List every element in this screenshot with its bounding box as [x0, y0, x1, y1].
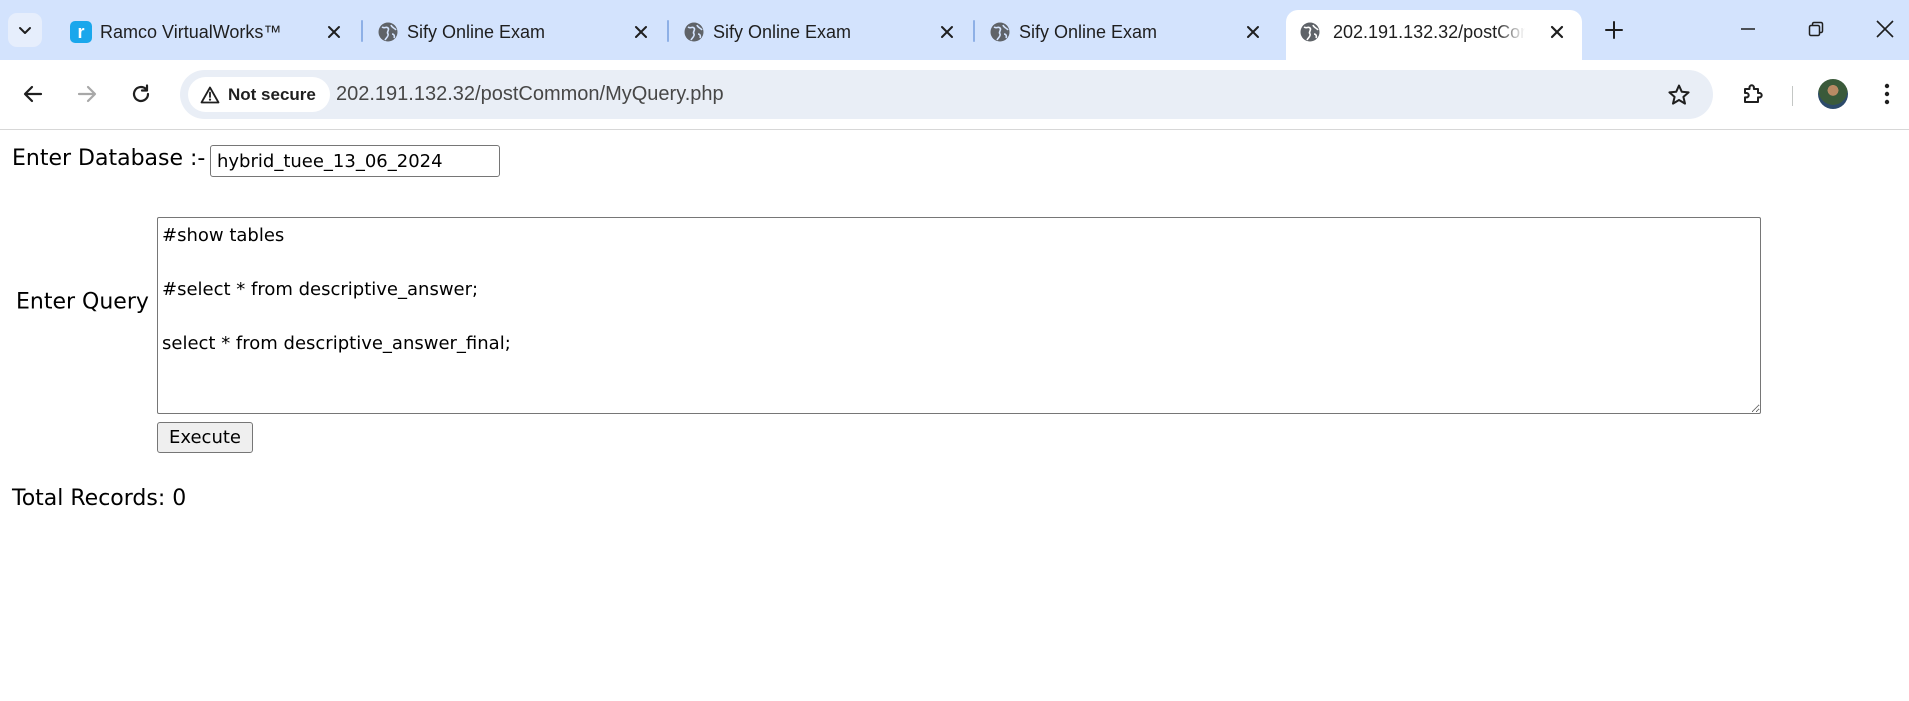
tab-separator	[667, 20, 669, 42]
globe-icon	[988, 20, 1012, 44]
reload-button[interactable]	[124, 77, 158, 111]
toolbar-divider	[1792, 86, 1793, 106]
restore-icon	[1808, 21, 1824, 37]
forward-button[interactable]	[70, 77, 104, 111]
profile-button[interactable]	[1816, 77, 1850, 111]
security-chip[interactable]: Not secure	[188, 77, 330, 112]
tab-separator	[361, 20, 363, 42]
tab-strip: r Ramco VirtualWorks™ Sify Online Exam S…	[0, 0, 1909, 60]
close-icon[interactable]	[1545, 20, 1569, 44]
tab-title: Sify Online Exam	[407, 22, 546, 42]
close-window-button[interactable]	[1870, 14, 1900, 44]
arrow-left-icon	[23, 85, 43, 103]
page-content: Enter Database :- Enter Query #show tabl…	[0, 130, 1909, 701]
tab-sify-1[interactable]: Sify Online Exam	[365, 10, 662, 60]
menu-button[interactable]	[1870, 77, 1904, 111]
tab-ramco[interactable]: r Ramco VirtualWorks™	[58, 10, 355, 60]
avatar	[1818, 79, 1848, 109]
tab-search-button[interactable]	[8, 13, 42, 47]
globe-icon	[1298, 20, 1322, 44]
arrow-right-icon	[77, 85, 97, 103]
reload-icon	[132, 84, 150, 103]
tab-separator	[973, 20, 975, 42]
globe-icon	[376, 20, 400, 44]
tab-myquery[interactable]: 202.191.132.32/postCommon/MyQuery.php	[1286, 10, 1582, 60]
back-button[interactable]	[16, 77, 50, 111]
browser-toolbar: Not secure 202.191.132.32/postCommon/MyQ…	[0, 60, 1909, 130]
execute-button[interactable]: Execute	[157, 422, 253, 453]
query-textarea[interactable]: #show tables #select * from descriptive_…	[157, 217, 1761, 414]
tab-title: Ramco VirtualWorks™	[100, 22, 282, 42]
plus-icon	[1605, 21, 1623, 39]
address-bar[interactable]: Not secure 202.191.132.32/postCommon/MyQ…	[180, 70, 1713, 119]
chevron-down-icon	[19, 27, 31, 34]
close-icon	[1876, 20, 1894, 38]
star-icon	[1668, 84, 1690, 105]
globe-icon	[682, 20, 706, 44]
close-icon[interactable]	[1241, 20, 1265, 44]
extensions-button[interactable]	[1736, 77, 1770, 111]
close-icon[interactable]	[935, 20, 959, 44]
warning-icon	[200, 86, 220, 103]
query-label: Enter Query	[16, 289, 149, 315]
tab-sify-2[interactable]: Sify Online Exam	[671, 10, 968, 60]
close-icon[interactable]	[629, 20, 653, 44]
ramco-logo-icon: r	[69, 20, 93, 44]
new-tab-button[interactable]	[1600, 16, 1628, 44]
tab-title: Sify Online Exam	[1019, 22, 1158, 42]
bookmark-button[interactable]	[1665, 81, 1693, 109]
database-input[interactable]	[210, 145, 500, 177]
close-icon[interactable]	[322, 20, 346, 44]
more-vert-icon	[1884, 83, 1890, 105]
url-text[interactable]: 202.191.132.32/postCommon/MyQuery.php	[336, 70, 724, 119]
database-label: Enter Database :-	[12, 146, 206, 171]
puzzle-piece-icon	[1744, 84, 1763, 103]
security-chip-label: Not secure	[228, 84, 316, 104]
restore-button[interactable]	[1801, 14, 1831, 44]
tab-title: Sify Online Exam	[713, 22, 852, 42]
total-records: Total Records: 0	[12, 486, 187, 511]
minimize-icon	[1741, 28, 1755, 30]
tab-sify-3[interactable]: Sify Online Exam	[977, 10, 1274, 60]
minimize-button[interactable]	[1733, 14, 1763, 44]
tab-title: 202.191.132.32/postCommon/MyQuery.php	[1333, 22, 1525, 42]
